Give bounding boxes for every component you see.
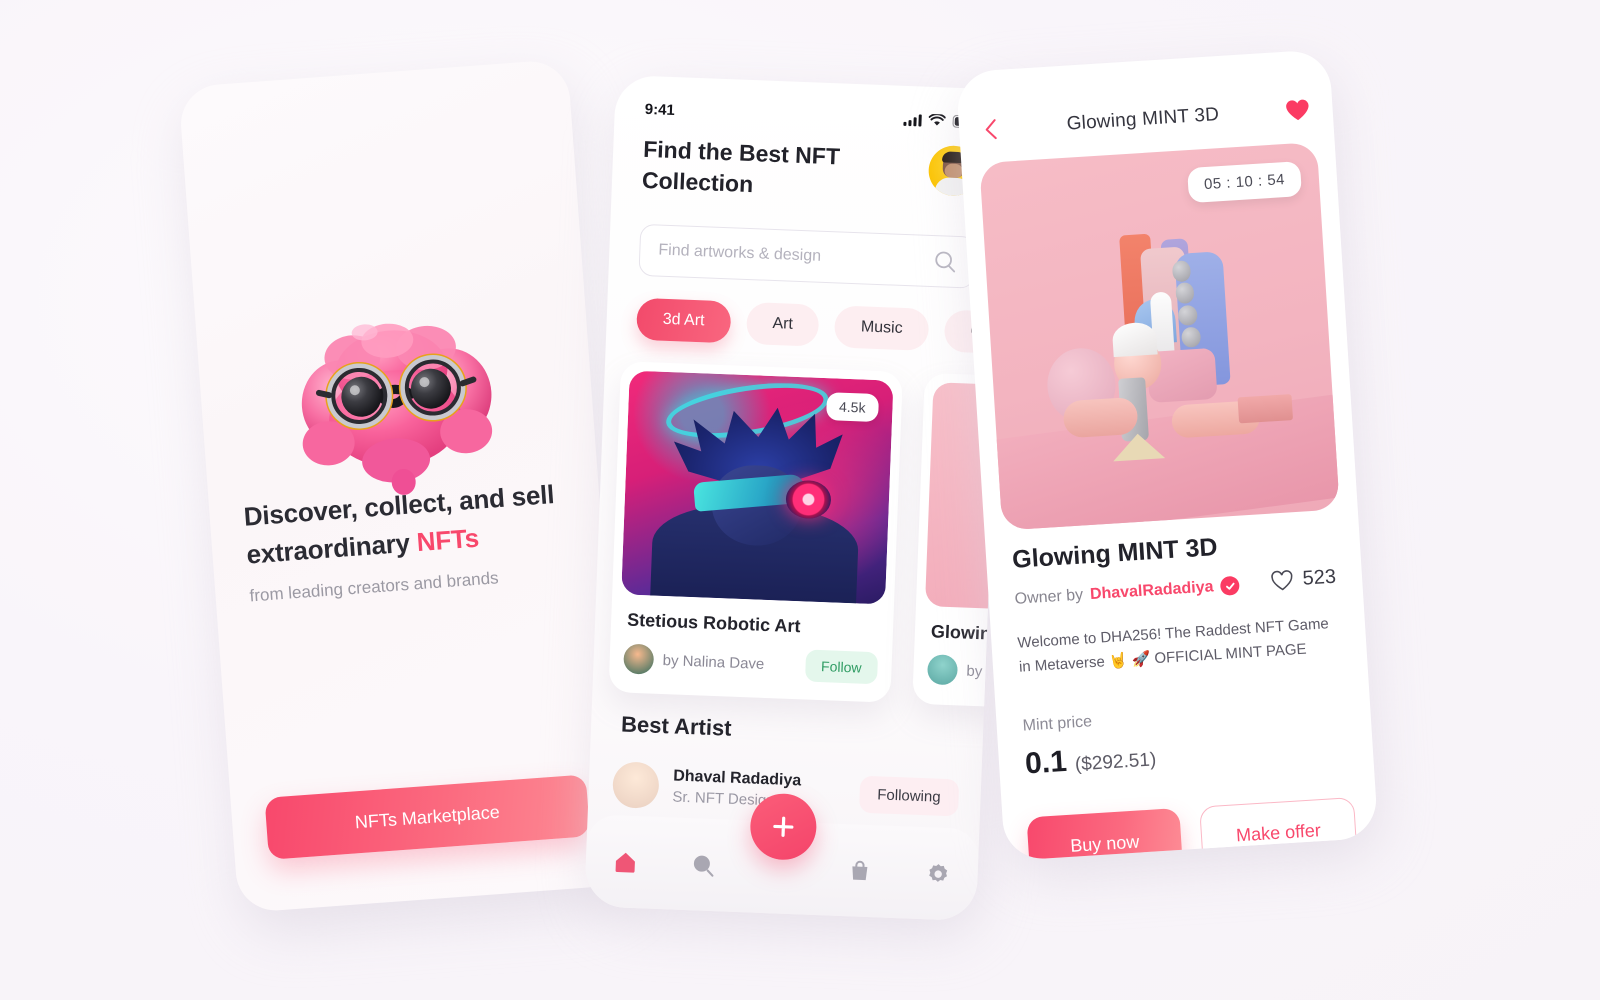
cellular-signal-icon: [903, 113, 922, 127]
owner-name[interactable]: DhavalRadadiya: [1090, 578, 1214, 604]
bottom-tab-bar: [584, 792, 980, 922]
auction-timer: 05 : 10 : 54: [1186, 161, 1303, 204]
tab-spacer: [743, 866, 821, 869]
artist-name: Dhaval Radadiya: [672, 767, 802, 790]
nft-card[interactable]: 4.5k Stetious Robotic Art by Nalina Dave…: [608, 361, 903, 703]
phone-detail: Glowing MINT 3D 05: 10: 54 Glowing MIN…: [955, 49, 1379, 861]
chevron-left-icon: [985, 119, 997, 140]
detail-header: Glowing MINT 3D: [980, 88, 1312, 151]
headline-accent: NFTs: [415, 522, 480, 557]
search-input[interactable]: [658, 241, 935, 271]
nft-card-list: 4.5k Stetious Robotic Art by Nalina Dave…: [608, 361, 1008, 715]
search-icon: [694, 855, 714, 877]
search-bar[interactable]: [638, 223, 977, 289]
tab-search[interactable]: [664, 851, 743, 879]
section-title-best-artist: Best Artist: [620, 711, 733, 741]
detail-artwork: 05 : 10 : 54: [979, 141, 1340, 531]
search-icon[interactable]: [934, 250, 957, 273]
nfts-marketplace-button[interactable]: NFTs Marketplace: [264, 774, 591, 860]
chip-art[interactable]: Art: [745, 301, 820, 347]
mint-price-value: 0.1 ($292.51): [1024, 739, 1157, 781]
favorite-button[interactable]: [1284, 97, 1311, 123]
detail-nft-name: Glowing MINT 3D: [1011, 533, 1219, 574]
back-button[interactable]: [980, 117, 1001, 142]
page-title: Find the Best NFT Collection: [641, 135, 841, 197]
price-eth: 0.1: [1024, 744, 1068, 781]
detail-description: Welcome to DHA256! The Raddest NFT Game …: [1016, 615, 1330, 676]
nft-artwork-cyberpunk: 4.5k: [621, 370, 894, 605]
wifi-icon: [928, 113, 946, 126]
plus-icon: [773, 816, 794, 837]
owner-prefix: Owner by: [1014, 586, 1084, 608]
creator-avatar: [623, 643, 655, 675]
heart-filled-icon: [1286, 99, 1309, 121]
verified-badge-icon: [1219, 575, 1240, 596]
detail-owner: Owner by DhavalRadadiya: [1014, 575, 1240, 609]
likes-badge: 4.5k: [825, 392, 880, 423]
detail-likes[interactable]: 523: [1269, 566, 1337, 593]
creator-name: by Nalina Dave: [662, 651, 765, 673]
gear-icon: [929, 863, 948, 882]
phone-home: 9:41 Find the Best NFT Collection Find a…: [584, 74, 1008, 922]
screenshot-stage: Discover, collect, and sell extraordinar…: [0, 0, 1600, 1000]
creator-avatar: [926, 654, 959, 686]
following-button[interactable]: Following: [858, 775, 960, 816]
tab-home[interactable]: [585, 848, 664, 876]
home-icon: [615, 852, 635, 873]
detail-title: Glowing MINT 3D: [1066, 104, 1220, 135]
tab-settings[interactable]: [899, 860, 978, 888]
mint-price-label: Mint price: [1022, 713, 1093, 735]
creator-name: by: [966, 662, 983, 680]
chip-music[interactable]: Music: [834, 305, 930, 351]
heart-outline-icon: [1270, 569, 1292, 590]
artist-avatar: [611, 761, 660, 809]
price-usd: ($292.51): [1074, 749, 1157, 776]
tab-bag[interactable]: [821, 857, 900, 884]
headline-line2: extraordinary: [245, 526, 418, 570]
status-time: 9:41: [644, 100, 676, 119]
3d-composition: [979, 142, 1340, 531]
status-bar: 9:41: [644, 98, 979, 133]
follow-button[interactable]: Follow: [804, 649, 879, 685]
brain-illustration: [275, 302, 518, 508]
bag-icon: [852, 860, 868, 881]
likes-count: 523: [1301, 565, 1337, 590]
category-chips: 3d Art Art Music Game: [635, 297, 1008, 356]
chip-3d-art[interactable]: 3d Art: [635, 297, 732, 344]
phone-onboarding: Discover, collect, and sell extraordinar…: [178, 58, 628, 914]
